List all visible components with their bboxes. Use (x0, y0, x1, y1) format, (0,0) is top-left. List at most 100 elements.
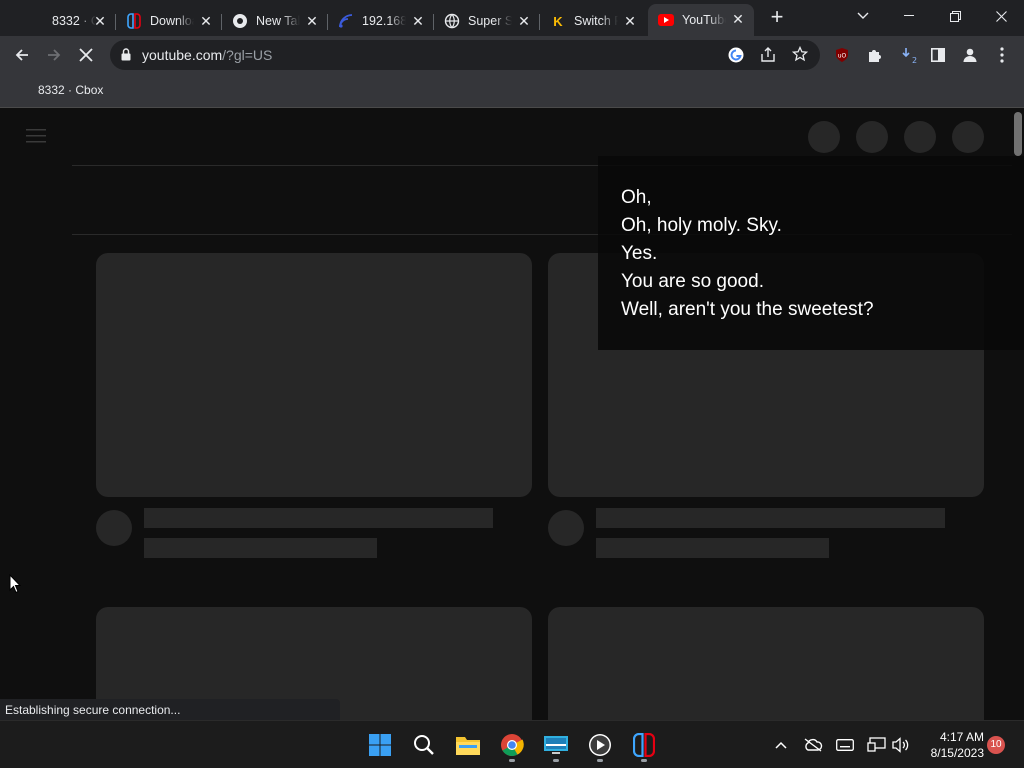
youtube-page: Oh, Oh, holy moly. Sky. Yes. You are so … (0, 108, 1024, 720)
video-thumbnail-skeleton (548, 607, 984, 720)
k-logo-icon: K (553, 13, 563, 29)
tab-new-tab[interactable]: New Tab ✕ (222, 6, 328, 36)
close-tab-icon[interactable]: ✕ (622, 13, 638, 29)
tab-search-button[interactable] (840, 0, 886, 32)
google-lens-icon[interactable] (728, 47, 744, 68)
running-indicator (597, 759, 603, 762)
bookmark-cbox[interactable]: 8332 · Cbox (38, 83, 103, 97)
running-indicator (553, 759, 559, 762)
channel-avatar-skeleton (96, 510, 132, 546)
header-skeleton-icon (808, 121, 840, 153)
video-title-skeleton (596, 508, 945, 528)
header-skeleton-icon (952, 121, 984, 153)
tab-youtube[interactable]: YouTube ✕ (648, 4, 754, 36)
url-text[interactable]: youtube.com/?gl=US (142, 47, 272, 63)
mouse-pointer-icon (9, 573, 22, 599)
clock-time: 4:17 AM (939, 730, 984, 744)
tab-title: Super Smash (468, 14, 512, 28)
search-icon[interactable] (406, 727, 442, 763)
tab-super-smash[interactable]: Super Smash ✕ (434, 6, 540, 36)
file-explorer-icon[interactable] (450, 727, 486, 763)
browser-toolbar: youtube.com/?gl=US uO 2 (0, 36, 1024, 74)
close-tab-icon[interactable]: ✕ (410, 13, 426, 29)
running-indicator (509, 759, 515, 762)
bookmarks-bar: 8332 · Cbox (0, 74, 1024, 108)
close-tab-icon[interactable]: ✕ (92, 13, 108, 29)
tab-strip: 8332 · Cbox ✕ Downloads ✕ New Tab ✕ 192.… (0, 0, 1024, 36)
video-meta-skeleton (596, 538, 829, 558)
video-thumbnail-skeleton (96, 253, 532, 497)
chrome-taskbar-icon[interactable] (494, 727, 530, 763)
youtube-icon (658, 12, 674, 28)
switch-logo-icon (126, 13, 142, 29)
start-button[interactable] (362, 727, 398, 763)
header-skeleton-icon (904, 121, 936, 153)
windows-taskbar: 4:17 AM 8/15/2023 10 (0, 720, 1024, 768)
onedrive-paused-icon[interactable] (801, 733, 825, 757)
running-indicator (641, 759, 647, 762)
tab-title: 192.168. (362, 14, 406, 28)
tab-cbox[interactable]: 8332 · Cbox ✕ (18, 6, 116, 36)
new-tab-button[interactable]: + (764, 4, 790, 30)
close-tab-icon[interactable]: ✕ (516, 13, 532, 29)
profile-avatar-icon[interactable] (954, 39, 986, 71)
notification-badge[interactable]: 10 (987, 736, 1005, 754)
tab-title: New Tab (256, 14, 300, 28)
close-window-button[interactable] (978, 0, 1024, 32)
tab-router[interactable]: 192.168. ✕ (328, 6, 434, 36)
network-icon[interactable] (865, 733, 889, 757)
page-scrollbar[interactable] (1014, 112, 1022, 156)
media-player-icon[interactable] (582, 727, 618, 763)
tab-title: YouTube (682, 13, 726, 27)
side-panel-icon[interactable] (922, 39, 954, 71)
caption-line: Yes. (621, 243, 658, 264)
forward-button[interactable] (38, 39, 70, 71)
tab-downloads[interactable]: Downloads ✕ (116, 6, 222, 36)
caption-line: You are so good. (621, 271, 764, 292)
wifi-feed-icon (338, 13, 354, 29)
restore-button[interactable] (932, 0, 978, 32)
keyboard-icon[interactable] (833, 733, 857, 757)
tab-title: Downloads (150, 14, 194, 28)
video-title-skeleton (144, 508, 493, 528)
status-bubble: Establishing secure connection... (0, 699, 340, 720)
remote-desktop-icon[interactable] (538, 727, 574, 763)
bookmark-star-icon[interactable] (791, 45, 809, 67)
stop-loading-button[interactable] (70, 39, 102, 71)
volume-icon[interactable] (889, 733, 913, 757)
caption-line: Oh, holy moly. Sky. (621, 215, 782, 236)
clock-date: 8/15/2023 (930, 746, 984, 760)
download-extension-icon[interactable]: 2 (892, 39, 924, 71)
svg-text:2: 2 (912, 56, 917, 64)
show-hidden-icons-chevron-icon[interactable] (769, 733, 793, 757)
extensions-puzzle-icon[interactable] (858, 39, 890, 71)
caption-line: Oh, (621, 187, 652, 208)
back-button[interactable] (6, 39, 38, 71)
tab-title: 8332 · Cbox (52, 14, 96, 28)
tab-title: Switch F (574, 14, 618, 28)
header-skeleton-icon (856, 121, 888, 153)
taskbar-clock[interactable]: 4:17 AM 8/15/2023 (918, 729, 984, 761)
tab-switch[interactable]: K Switch F ✕ (540, 6, 646, 36)
close-tab-icon[interactable]: ✕ (730, 11, 746, 27)
live-caption-panel[interactable]: Oh, Oh, holy moly. Sky. Yes. You are so … (598, 156, 1024, 350)
video-meta-skeleton (144, 538, 377, 558)
ublock-extension-icon[interactable]: uO (826, 39, 858, 71)
caption-line: Well, aren't you the sweetest? (621, 299, 874, 320)
share-icon[interactable] (760, 47, 776, 68)
close-tab-icon[interactable]: ✕ (198, 13, 214, 29)
svg-text:uO: uO (838, 53, 847, 60)
close-tab-icon[interactable]: ✕ (304, 13, 320, 29)
minimize-button[interactable] (886, 0, 932, 32)
channel-avatar-skeleton (548, 510, 584, 546)
address-bar[interactable]: youtube.com/?gl=US (110, 40, 820, 70)
hamburger-menu-icon[interactable] (26, 129, 46, 148)
chrome-icon (232, 13, 248, 29)
chrome-menu-icon[interactable] (986, 39, 1018, 71)
switch-app-icon[interactable] (626, 727, 662, 763)
lock-icon[interactable] (121, 48, 131, 66)
cbox-icon (28, 13, 44, 29)
url-host: youtube.com (142, 47, 223, 63)
globe-icon (444, 13, 460, 29)
url-path: /?gl=US (222, 47, 273, 63)
